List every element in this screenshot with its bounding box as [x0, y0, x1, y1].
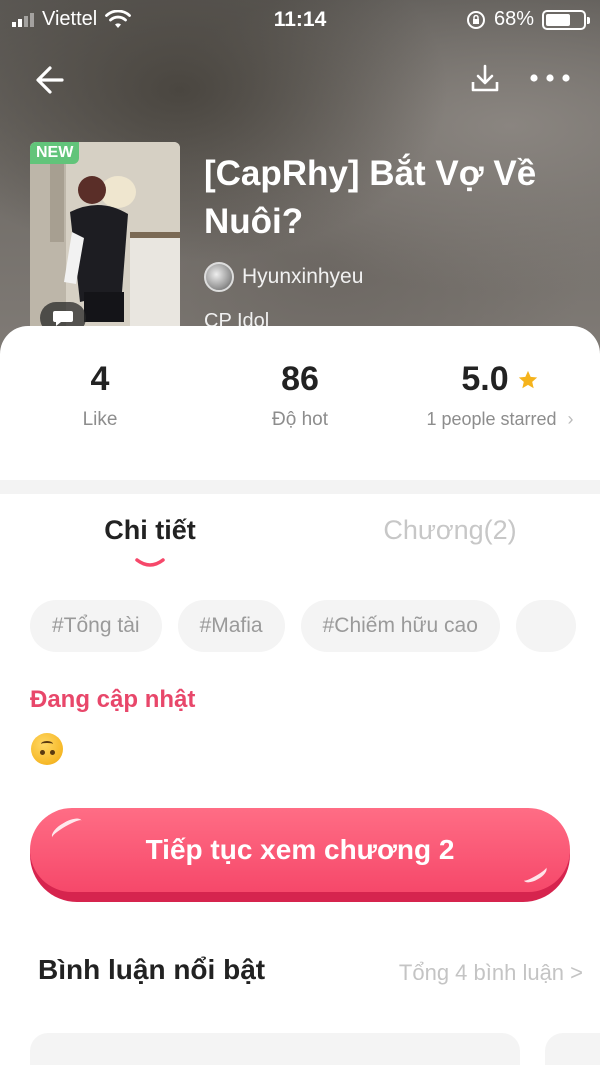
battery-icon [542, 9, 590, 30]
stat-rating[interactable]: 5.0 1 people starred › [410, 360, 590, 430]
tab-chapters[interactable]: Chương(2) [360, 515, 540, 546]
likes-count: 4 [90, 360, 110, 398]
tab-indicator [135, 558, 165, 567]
tab-bar: Chi tiết Chương(2) [0, 515, 600, 575]
rotation-lock-icon [466, 10, 485, 29]
tag-chip[interactable]: #Chiếm hữu cao [300, 600, 500, 652]
star-icon [518, 370, 537, 388]
upside-down-face-icon [31, 733, 63, 765]
story-cover[interactable]: NEW [30, 142, 180, 342]
tag-list: #Tổng tài #Mafia #Chiếm hữu cao [30, 600, 600, 652]
story-title: [CapRhy] Bắt Vợ Về Nuôi? [204, 154, 537, 241]
more-dots-icon[interactable] [528, 68, 572, 88]
hot-count: 86 [281, 360, 319, 398]
status-bar: Viettel 11:14 68% [0, 0, 600, 40]
author-row[interactable]: Hyunxinhyeu [204, 262, 363, 292]
battery-percent: 68% [493, 8, 534, 30]
continue-reading-label: Tiếp tục xem chương 2 [145, 834, 455, 865]
rating-label: 1 people starred [426, 409, 557, 429]
author-avatar[interactable] [204, 262, 234, 292]
stats-row: 4 Like 86 Độ hot 5.0 1 people starred › [0, 360, 600, 450]
new-badge: NEW [30, 142, 80, 164]
update-status: Đang cập nhật [30, 686, 196, 713]
tag-chip-partial[interactable] [515, 600, 576, 652]
likes-label: Like [82, 409, 118, 430]
tag-chip[interactable]: #Mafia [177, 600, 285, 652]
download-icon[interactable] [468, 62, 502, 96]
comment-card[interactable] [30, 1033, 520, 1065]
stat-hot: 86 Độ hot [240, 360, 360, 431]
author-name[interactable]: Hyunxinhyeu [242, 265, 363, 289]
back-arrow-icon[interactable] [32, 62, 72, 98]
comments-header: Bình luận nổi bật Tổng 4 bình luận > [38, 954, 583, 994]
continue-reading-button[interactable]: Tiếp tục xem chương 2 [30, 808, 570, 902]
section-divider [0, 480, 600, 494]
comments-title: Bình luận nổi bật [38, 954, 266, 985]
tab-detail[interactable]: Chi tiết [90, 515, 210, 546]
hot-label: Độ hot [272, 409, 328, 430]
rating-value: 5.0 [461, 360, 509, 398]
comments-total-link[interactable]: Tổng 4 bình luận > [399, 960, 583, 986]
stat-likes: 4 Like [50, 360, 150, 431]
chevron-right-icon: › [567, 409, 574, 429]
comment-card[interactable] [545, 1033, 600, 1065]
tag-chip[interactable]: #Tổng tài [30, 600, 162, 652]
